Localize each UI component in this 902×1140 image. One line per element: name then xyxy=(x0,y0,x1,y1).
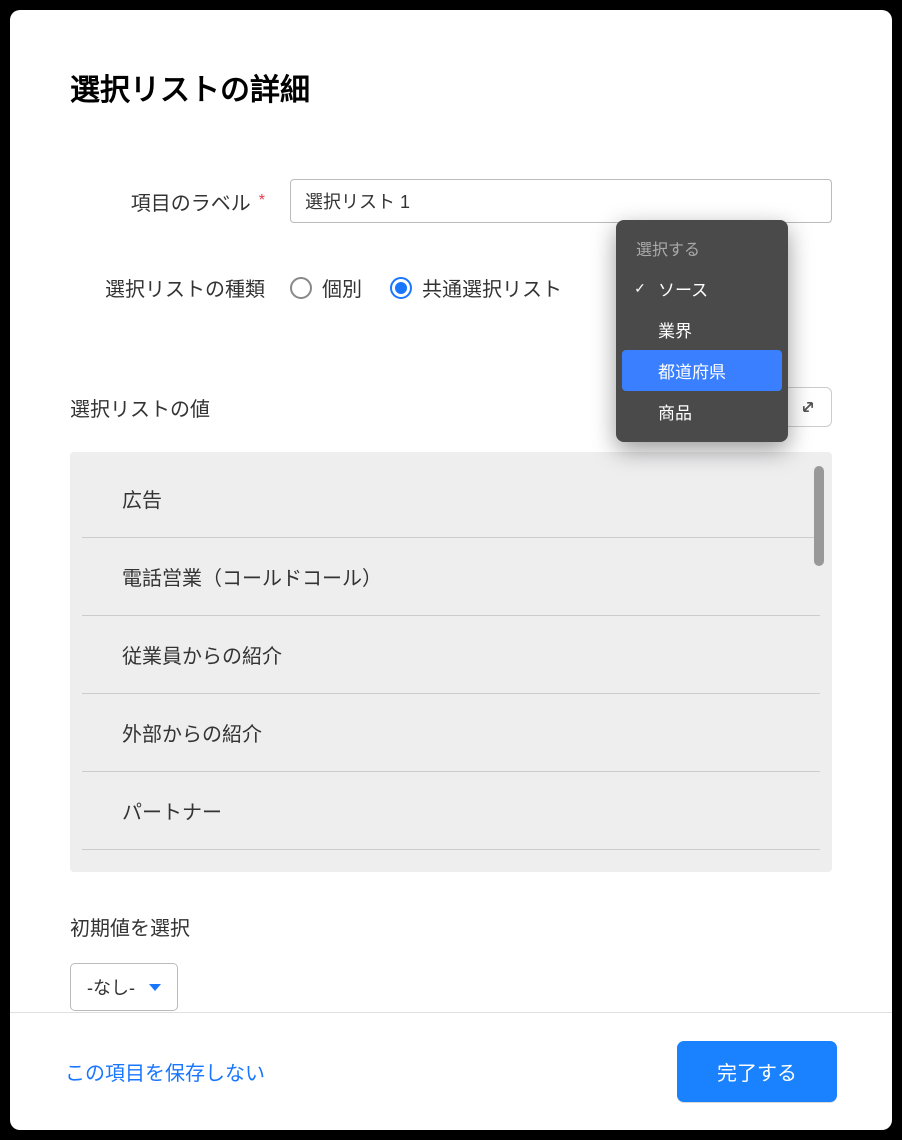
page-title: 選択リストの詳細 xyxy=(70,65,832,109)
list-type-text: 選択リストの種類 xyxy=(105,273,265,302)
field-label-caption: 項目のラベル * xyxy=(70,187,290,216)
list-item[interactable]: 外部からの紹介 xyxy=(82,694,820,772)
expand-icon xyxy=(798,397,818,417)
check-icon: ✓ xyxy=(632,280,648,297)
dropdown-item-label: 都道府県 xyxy=(658,358,726,383)
dialog-content: 選択リストの詳細 項目のラベル * 選択リストの種類 個別 xyxy=(10,10,892,1012)
dropdown-item-source[interactable]: ✓ ソース xyxy=(616,268,788,309)
chevron-down-icon xyxy=(149,984,161,991)
list-item[interactable]: 電話営業（コールドコール） xyxy=(82,538,820,616)
common-list-dropdown: 選択する ✓ ソース 業界 都道府県 商品 xyxy=(616,220,788,442)
dropdown-item-label: 商品 xyxy=(658,399,692,424)
field-label-text: 項目のラベル xyxy=(131,187,251,216)
field-label-row: 項目のラベル * xyxy=(70,179,832,223)
dropdown-item-product[interactable]: 商品 xyxy=(616,391,788,432)
dropdown-header: 選択する xyxy=(616,230,788,268)
default-value-text: -なし- xyxy=(87,974,135,1000)
radio-circle-unchecked-icon xyxy=(290,277,312,299)
field-label-input-wrap xyxy=(290,179,832,223)
radio-common[interactable]: 共通選択リスト xyxy=(390,273,562,302)
values-title: 選択リストの値 xyxy=(70,393,210,422)
default-value-label: 初期値を選択 xyxy=(70,912,832,941)
list-item[interactable]: パートナー xyxy=(82,772,820,850)
dropdown-item-label: 業界 xyxy=(658,317,692,342)
discard-link[interactable]: この項目を保存しない xyxy=(65,1057,265,1086)
radio-individual[interactable]: 個別 xyxy=(290,273,362,302)
radio-individual-label: 個別 xyxy=(322,273,362,302)
dropdown-item-prefecture[interactable]: 都道府県 xyxy=(622,350,782,391)
required-indicator: * xyxy=(259,192,265,210)
expand-button[interactable] xyxy=(784,387,832,427)
list-item[interactable]: 広告 xyxy=(82,460,820,538)
dialog-container: 選択リストの詳細 項目のラベル * 選択リストの種類 個別 xyxy=(10,10,892,1130)
values-list: 広告 電話営業（コールドコール） 従業員からの紹介 外部からの紹介 パートナー xyxy=(70,452,832,872)
dialog-footer: この項目を保存しない 完了する xyxy=(10,1012,892,1130)
scrollbar-thumb[interactable] xyxy=(814,466,824,566)
field-label-input[interactable] xyxy=(290,179,832,223)
default-value-select[interactable]: -なし- xyxy=(70,963,178,1011)
radio-dot-icon xyxy=(395,282,407,294)
done-button[interactable]: 完了する xyxy=(677,1041,837,1102)
radio-circle-checked-icon xyxy=(390,277,412,299)
radio-common-label: 共通選択リスト xyxy=(422,273,562,302)
list-type-caption: 選択リストの種類 xyxy=(70,273,290,302)
dropdown-item-industry[interactable]: 業界 xyxy=(616,309,788,350)
list-item[interactable]: 従業員からの紹介 xyxy=(82,616,820,694)
dropdown-item-label: ソース xyxy=(658,276,708,301)
default-value-section: 初期値を選択 -なし- xyxy=(70,912,832,1011)
